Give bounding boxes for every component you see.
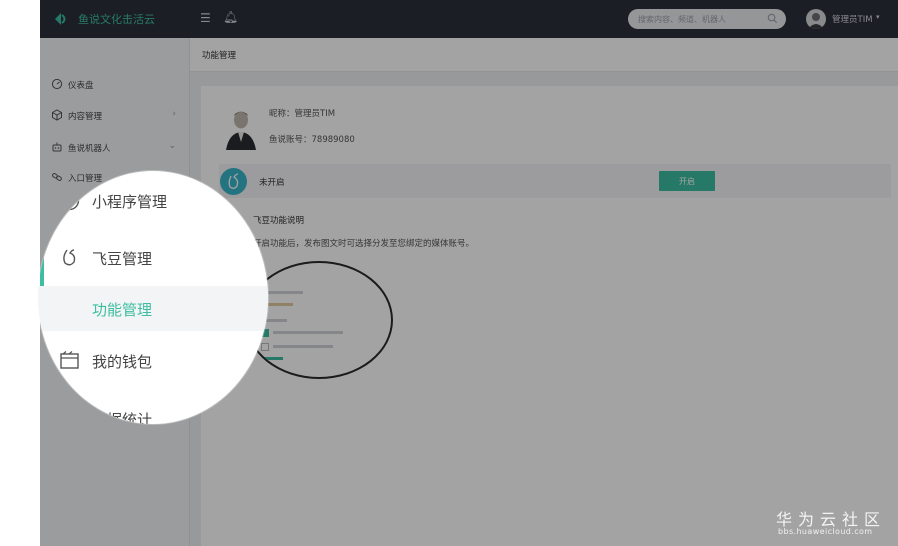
chevron-right-icon: › <box>172 109 176 119</box>
big-magnifier: 小程序管理 飞豆管理 功能管理 我的钱包 数据统计 <box>38 171 268 424</box>
submenu-item-label: 功能管理 <box>92 301 153 319</box>
search-icon[interactable] <box>767 13 778 24</box>
search-box[interactable] <box>628 9 786 29</box>
feature-status-row: 未开启 开启 <box>219 164 891 198</box>
sidebar-item-dashboard[interactable]: 仪表盘 <box>40 73 190 97</box>
sidebar-item-robot[interactable]: 鱼说机器人 ⌄ <box>40 136 190 160</box>
menu-item-label: 数据统计 <box>92 411 153 424</box>
user-avatar[interactable] <box>806 9 826 29</box>
menu-item-label: 小程序管理 <box>92 193 168 211</box>
logo-icon[interactable] <box>52 10 70 28</box>
menu-item-feidou[interactable]: 飞豆管理 <box>38 236 268 280</box>
menu-item-wallet[interactable]: 我的钱包 <box>38 339 268 383</box>
dashboard-icon <box>51 78 63 90</box>
breadcrumb-bar: 功能管理 <box>190 38 898 72</box>
mini-program-icon <box>59 190 80 211</box>
user-name[interactable]: 管理员TIM <box>832 13 873 25</box>
menu-item-statistics[interactable]: 数据统计 <box>38 397 268 424</box>
sidebar-item-label: 内容管理 <box>68 112 103 122</box>
menu-item-label: 我的钱包 <box>92 353 153 371</box>
caret-down-icon[interactable]: ▾ <box>876 13 880 21</box>
feature-description: 开启功能后，发布图文时可选择分发至您绑定的媒体账号。 <box>253 239 475 249</box>
profile-avatar <box>221 106 261 150</box>
app-title: 鱼说文化击活云 <box>78 13 155 26</box>
chevron-down-icon: ⌄ <box>168 141 176 151</box>
enable-button[interactable]: 开启 <box>659 171 715 191</box>
cube-icon <box>52 109 62 121</box>
profile-nickname: 昵称：管理员TIM <box>269 109 336 119</box>
breadcrumb: 功能管理 <box>202 51 237 61</box>
feidou-icon <box>63 249 76 266</box>
search-input[interactable] <box>638 12 766 26</box>
profile-account: 鱼说账号：78989080 <box>269 135 355 145</box>
wallet-icon <box>60 351 79 369</box>
menu-icon[interactable]: ☰ <box>200 11 211 25</box>
menu-item-mini-program[interactable]: 小程序管理 <box>38 179 268 223</box>
top-bar: 鱼说文化击活云 ☰ 🔔︎ 管理员TIM ▾ <box>40 0 898 38</box>
sidebar-item-content[interactable]: 内容管理 › <box>40 104 190 128</box>
sidebar-item-label: 仪表盘 <box>68 81 94 91</box>
robot-icon <box>52 142 62 152</box>
menu-item-label: 飞豆管理 <box>92 250 153 268</box>
watermark-url: bbs.huaweicloud.com <box>778 527 873 536</box>
submenu-item-feature-management[interactable] <box>38 286 268 331</box>
sidebar-item-label: 鱼说机器人 <box>68 144 111 154</box>
bell-icon[interactable]: 🔔︎ <box>223 10 238 24</box>
